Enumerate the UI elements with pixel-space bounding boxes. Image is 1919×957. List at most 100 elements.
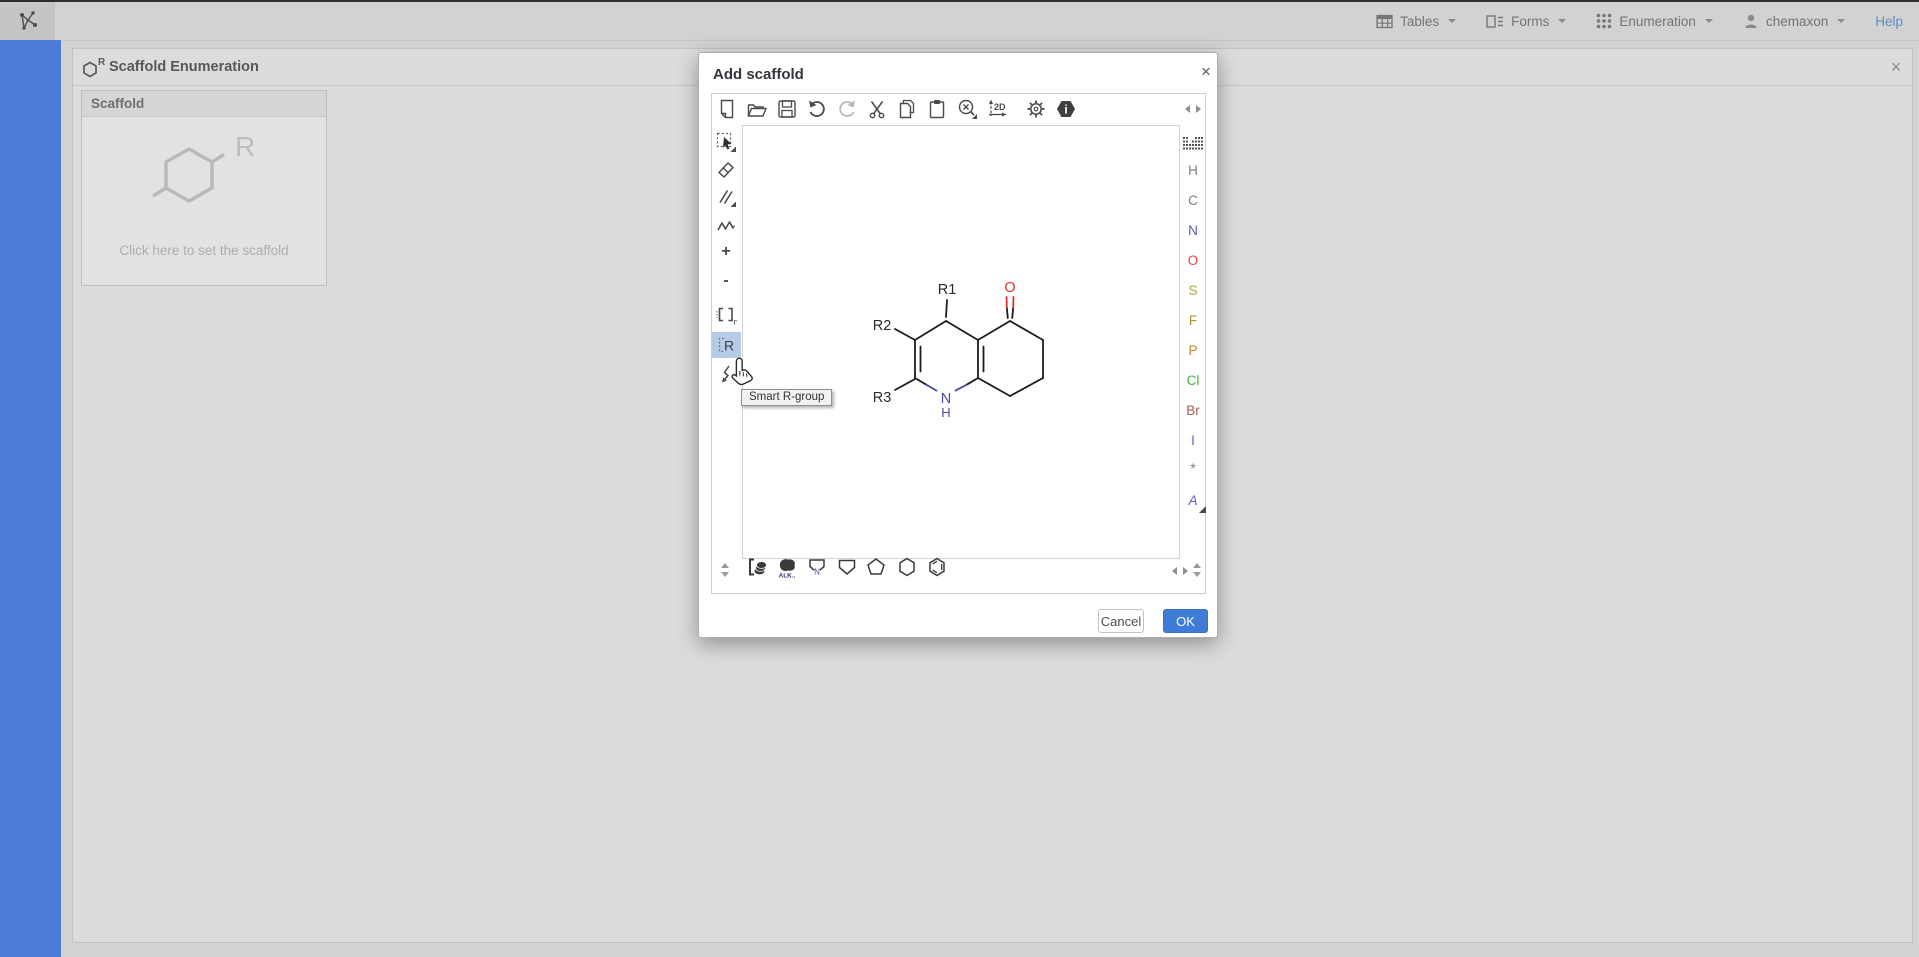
scaffold-molecule: R1 R2 R3 O N H bbox=[743, 126, 1181, 560]
panel-close-icon[interactable]: × bbox=[1885, 56, 1907, 78]
editor-top-toolbar: 2D i bbox=[716, 98, 1077, 120]
atom-cl[interactable]: Cl bbox=[1180, 373, 1206, 388]
info-icon[interactable]: i bbox=[1055, 98, 1077, 120]
spinner-down-icon bbox=[1193, 572, 1201, 577]
nitrogen-bonds bbox=[927, 385, 967, 391]
save-icon[interactable] bbox=[776, 98, 798, 120]
bond-dropdown-corner bbox=[731, 202, 737, 208]
nav-user-menu[interactable]: chemaxon bbox=[1743, 13, 1845, 29]
spinner-up-icon bbox=[721, 563, 729, 568]
user-caret-icon bbox=[1837, 19, 1845, 23]
benzene-template-icon[interactable] bbox=[926, 556, 948, 578]
atom-o[interactable]: O bbox=[1180, 253, 1206, 268]
template-scroll-left-icon bbox=[1172, 567, 1177, 575]
atom-c[interactable]: C bbox=[1180, 193, 1206, 208]
abbreviated-group-template-icon[interactable] bbox=[746, 556, 768, 578]
atom-h[interactable]: H bbox=[1180, 163, 1206, 178]
scaffold-panel-header: Scaffold bbox=[82, 91, 326, 117]
nav-forms-label: Forms bbox=[1511, 14, 1549, 29]
help-link[interactable]: Help bbox=[1875, 14, 1903, 29]
alk-template-icon[interactable]: ALK.. bbox=[776, 556, 798, 578]
add-scaffold-dialog: Add scaffold × bbox=[698, 52, 1218, 638]
undo-icon[interactable] bbox=[806, 98, 828, 120]
bond-tool-icon[interactable] bbox=[715, 186, 737, 208]
cancel-button[interactable]: Cancel bbox=[1098, 609, 1144, 633]
paste-icon[interactable] bbox=[926, 98, 948, 120]
scaffold-placeholder-text: Click here to set the scaffold bbox=[82, 243, 326, 258]
atom-s[interactable]: S bbox=[1180, 283, 1206, 298]
enumeration-icon bbox=[1596, 13, 1612, 29]
app-logo[interactable] bbox=[0, 2, 55, 40]
smart-rgroup-icon[interactable]: R bbox=[715, 334, 737, 356]
placeholder-r-label: R bbox=[235, 131, 255, 162]
ok-button[interactable]: OK bbox=[1163, 609, 1208, 633]
nav-forms[interactable]: Forms bbox=[1486, 14, 1566, 29]
r1-label: R1 bbox=[938, 282, 957, 298]
atom-palette-corner[interactable] bbox=[1197, 504, 1207, 514]
nav-enumeration[interactable]: Enumeration bbox=[1596, 13, 1713, 29]
settings-gear-icon[interactable] bbox=[1025, 98, 1047, 120]
nh-hydrogen-label: H bbox=[941, 405, 950, 420]
right-template-spinner[interactable] bbox=[1193, 563, 1201, 577]
molecule-labels: R1 R2 R3 O N H bbox=[873, 280, 1016, 420]
tooltip: Smart R-group bbox=[741, 389, 832, 406]
scroll-left-icon bbox=[1185, 105, 1190, 113]
page-title: Scaffold Enumeration bbox=[109, 59, 259, 75]
left-sidebar-rail bbox=[0, 40, 61, 957]
atom-br[interactable]: Br bbox=[1180, 403, 1206, 418]
top-toolbar-scroll-arrows[interactable] bbox=[1185, 105, 1201, 113]
nav-items: Tables Forms Enumeration bbox=[1376, 2, 1903, 40]
r3-label: R3 bbox=[873, 390, 892, 406]
cyclohexane-template-icon[interactable] bbox=[896, 556, 918, 578]
nav-tables[interactable]: Tables bbox=[1376, 14, 1456, 29]
atom-p[interactable]: P bbox=[1180, 343, 1206, 358]
scroll-right-icon bbox=[1196, 105, 1201, 113]
periodic-table-icon[interactable] bbox=[1182, 136, 1204, 152]
smart-rgroup-label: R bbox=[724, 338, 734, 354]
copy-icon[interactable] bbox=[896, 98, 918, 120]
atom-f[interactable]: F bbox=[1180, 313, 1206, 328]
nav-enumeration-label: Enumeration bbox=[1619, 14, 1696, 29]
zoom-out-button[interactable]: - bbox=[715, 272, 737, 290]
new-document-icon[interactable] bbox=[716, 98, 738, 120]
template-scroll-arrows[interactable] bbox=[1172, 567, 1188, 575]
select-dropdown-corner bbox=[731, 147, 737, 153]
cyclopentane-down-template-icon[interactable] bbox=[836, 556, 858, 578]
redo-icon[interactable] bbox=[836, 98, 858, 120]
left-template-spinner[interactable] bbox=[721, 563, 729, 577]
atom-n[interactable]: N bbox=[1180, 223, 1206, 238]
nav-tables-label: Tables bbox=[1400, 14, 1439, 29]
molecule-canvas[interactable]: R1 R2 R3 O N H bbox=[742, 125, 1180, 559]
repeating-group-icon[interactable]: n bbox=[715, 304, 737, 326]
scaffold-placeholder-icon: R bbox=[149, 129, 259, 213]
scaffold-enumeration-icon: R bbox=[80, 55, 106, 81]
pyrrole-n-label: N bbox=[814, 568, 820, 577]
molecule-bonds bbox=[895, 300, 1043, 396]
hand-cursor-icon bbox=[728, 356, 754, 386]
molecule-editor: 2D i bbox=[711, 93, 1206, 594]
cyclopentane-template-icon[interactable] bbox=[865, 556, 887, 578]
scaffold-panel-title: Scaffold bbox=[91, 96, 144, 111]
top-navigation-bar: Tables Forms Enumeration bbox=[0, 2, 1919, 41]
open-icon[interactable] bbox=[746, 98, 768, 120]
zoom-icon[interactable] bbox=[956, 98, 978, 120]
atom-i[interactable]: I bbox=[1180, 433, 1206, 448]
scaffold-panel: Scaffold R Click here to set the scaffol… bbox=[81, 90, 327, 286]
select-tool-icon[interactable] bbox=[715, 131, 737, 153]
tables-icon bbox=[1376, 14, 1393, 29]
template-scroll-right-icon bbox=[1183, 567, 1188, 575]
clean-2d-icon[interactable]: 2D bbox=[986, 98, 1008, 120]
enumeration-caret-icon bbox=[1705, 19, 1713, 23]
dialog-close-icon[interactable]: × bbox=[1195, 61, 1217, 83]
scaffold-placeholder-area[interactable]: R Click here to set the scaffold bbox=[82, 117, 326, 285]
cut-icon[interactable] bbox=[866, 98, 888, 120]
atom-any[interactable]: * bbox=[1180, 461, 1206, 476]
pyrrole-template-icon[interactable]: N bbox=[806, 556, 828, 578]
eraser-icon[interactable] bbox=[715, 158, 737, 180]
spinner-up-icon bbox=[1193, 563, 1201, 568]
user-icon bbox=[1743, 13, 1759, 29]
svg-text:R: R bbox=[98, 57, 106, 68]
chain-tool-icon[interactable] bbox=[715, 215, 737, 237]
alk-label: ALK.. bbox=[779, 573, 796, 579]
zoom-in-button[interactable]: + bbox=[715, 243, 737, 261]
